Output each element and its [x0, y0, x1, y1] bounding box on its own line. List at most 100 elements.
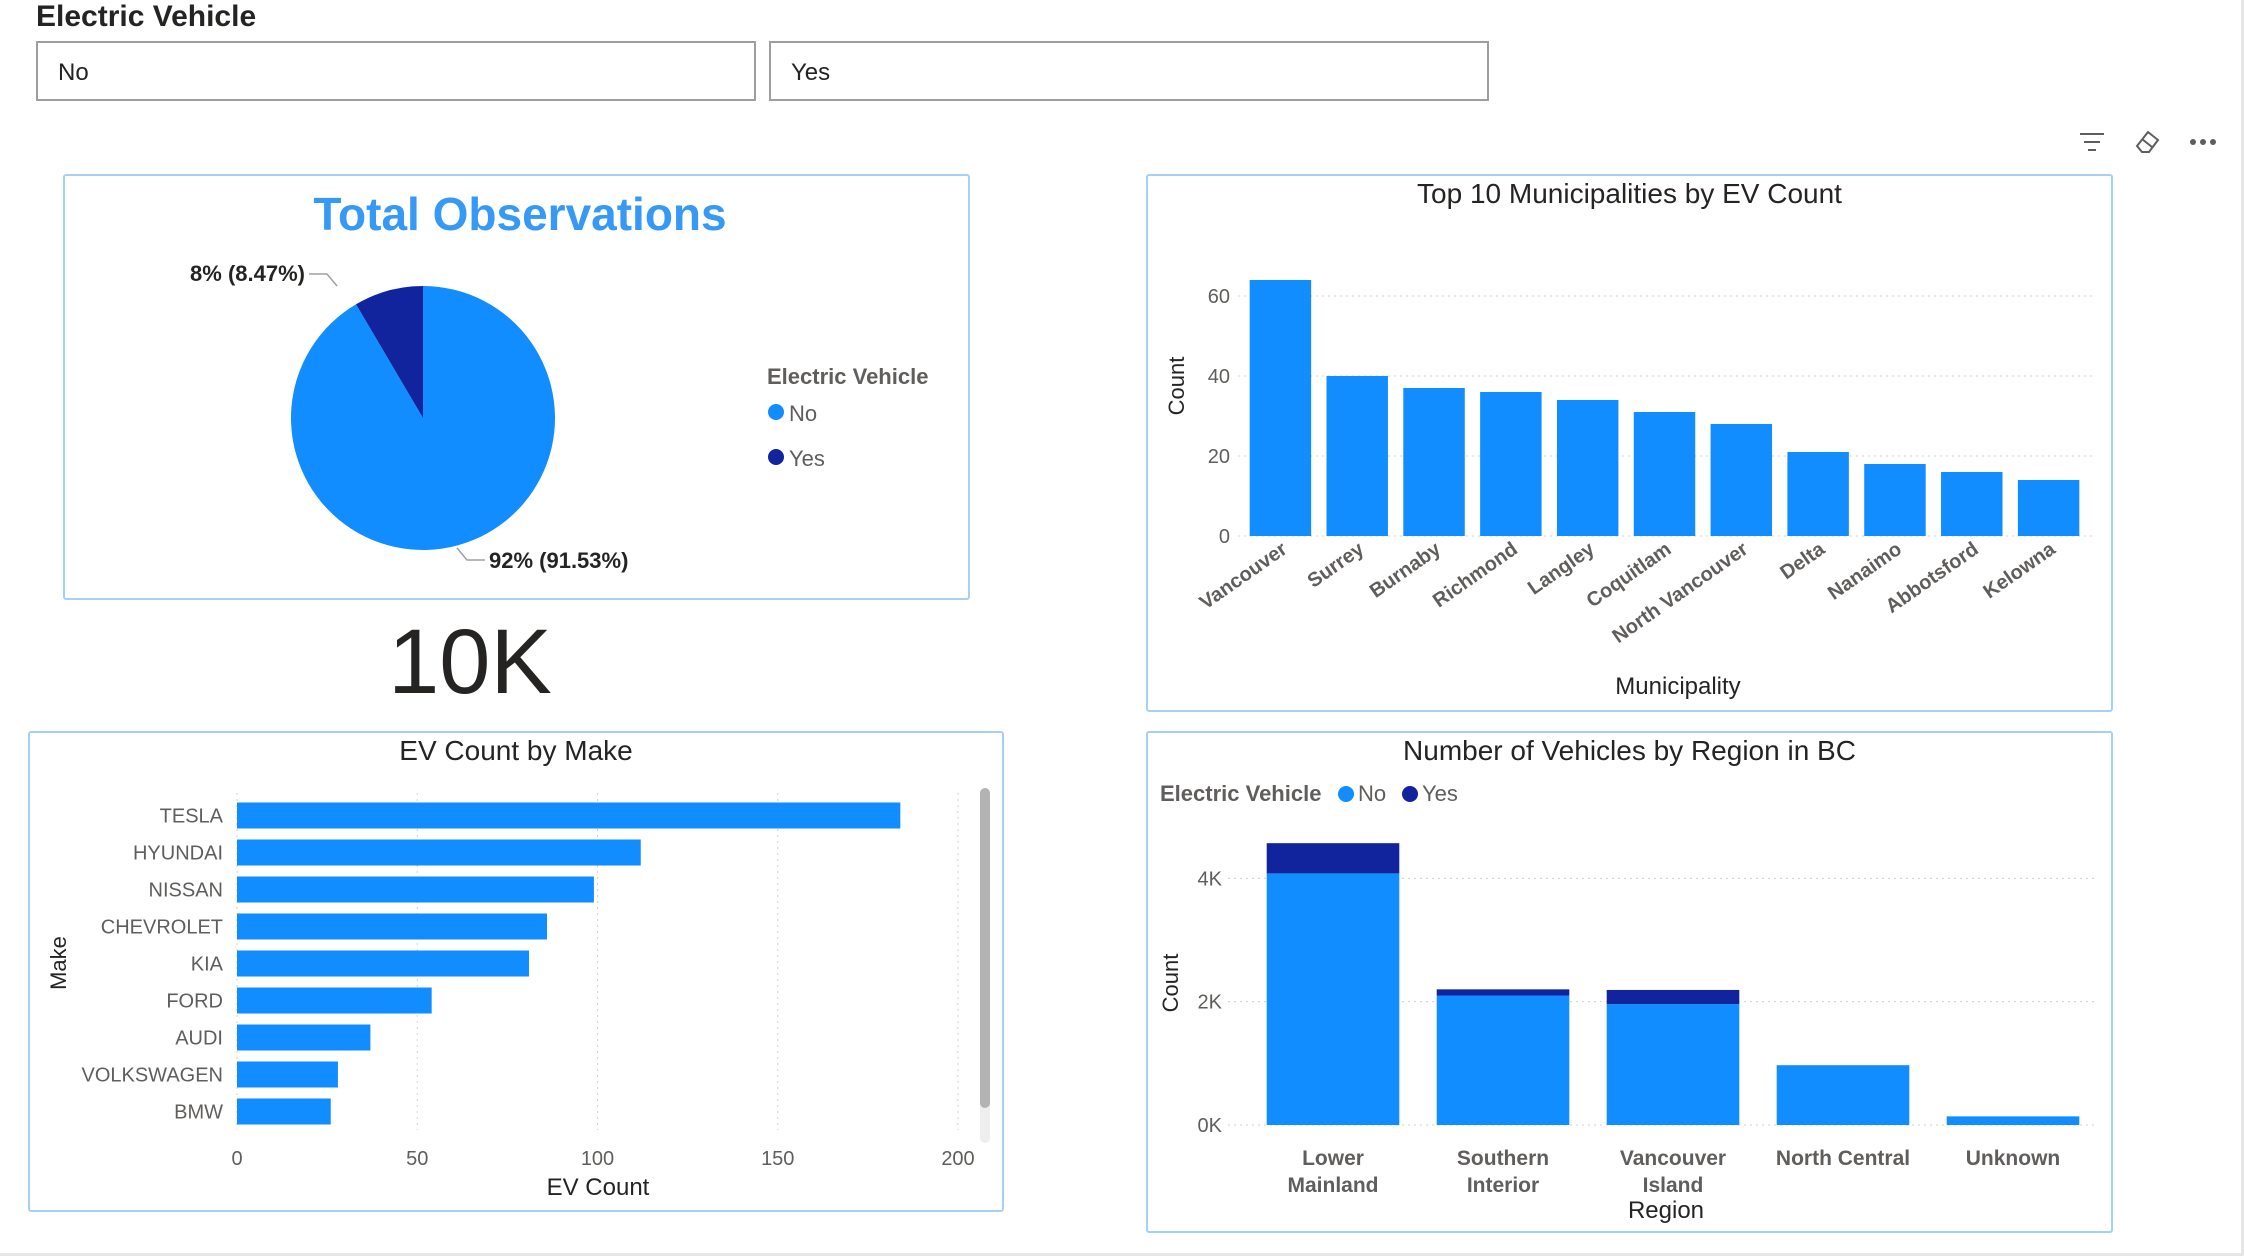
municipality-y-tick: 0	[1219, 526, 1230, 548]
make-bar[interactable]	[237, 1098, 331, 1125]
region-legend-marker-yes	[1402, 786, 1418, 802]
pie-title: Total Observations	[313, 188, 726, 240]
region-x-tick: Southern	[1457, 1147, 1549, 1170]
municipality-bar[interactable]	[2017, 480, 2080, 536]
kpi-total-value: 10K	[388, 611, 552, 713]
region-legend-no[interactable]: No	[1358, 781, 1386, 806]
pie-chart: Total Observations 8% (8.47%) 92% (91.53…	[190, 188, 928, 573]
make-x-tick: 150	[761, 1148, 794, 1170]
make-chart-card: EV Count by Make Make EV Count 0 50 100 150…	[28, 731, 1004, 1212]
make-y-tick: VOLKSWAGEN	[81, 1065, 223, 1087]
municipality-x-tick: North Vancouver	[1608, 538, 1752, 648]
pie-legend-title: Electric Vehicle	[767, 364, 928, 389]
municipality-x-tick: Delta	[1776, 538, 1829, 585]
make-bar[interactable]	[237, 876, 594, 903]
municipality-y-tick: 20	[1208, 446, 1230, 468]
legend-marker-yes	[768, 449, 784, 465]
region-bar-no[interactable]	[1436, 995, 1570, 1126]
municipality-y-label: Count	[1164, 357, 1189, 416]
region-y-tick: 2K	[1198, 992, 1223, 1014]
region-y-label: Count	[1158, 954, 1183, 1013]
make-y-tick: CHEVROLET	[101, 917, 223, 939]
make-bar[interactable]	[237, 913, 548, 940]
make-y-tick: TESLA	[160, 806, 224, 828]
municipality-y-tick: 60	[1208, 286, 1230, 308]
region-x-tick: Vancouver	[1620, 1147, 1726, 1170]
region-bar-yes[interactable]	[1606, 989, 1740, 1005]
region-legend-title: Electric Vehicle	[1160, 781, 1321, 806]
region-x-tick: Lower	[1302, 1147, 1364, 1170]
more-options-icon[interactable]	[2183, 122, 2223, 162]
legend-marker-no	[768, 404, 784, 420]
region-x-tick: North Central	[1776, 1147, 1910, 1170]
pie-chart-card: Total Observations 8% (8.47%) 92% (91.53…	[63, 174, 970, 600]
pie-label-yes: 8% (8.47%)	[190, 261, 305, 286]
make-scrollbar-thumb[interactable]	[980, 788, 990, 1108]
region-bar-yes[interactable]	[1436, 989, 1570, 996]
municipality-bar[interactable]	[1249, 280, 1312, 536]
make-bar[interactable]	[237, 802, 901, 829]
municipality-x-tick: Vancouver	[1196, 538, 1292, 614]
make-bar-chart: Make EV Count 0 50 100 150 200 TESLA HYUNDAI N…	[46, 788, 990, 1201]
region-bar-no[interactable]	[1266, 873, 1400, 1125]
pie-legend-no[interactable]: No	[789, 401, 817, 426]
region-bar-yes[interactable]	[1266, 843, 1400, 874]
region-bar-no[interactable]	[1776, 1065, 1910, 1125]
municipality-x-tick: Surrey	[1304, 538, 1369, 593]
pie-leader-yes	[309, 273, 338, 287]
municipality-x-label: Municipality	[1615, 673, 1740, 700]
make-y-tick: FORD	[166, 991, 223, 1013]
municipality-x-tick: Kelowna	[1979, 538, 2060, 604]
slicer-option-yes[interactable]: Yes	[769, 41, 1489, 101]
municipality-bar[interactable]	[1403, 388, 1465, 536]
municipality-bar[interactable]	[1864, 464, 1926, 536]
municipality-bar-chart: Count Municipality 0 20 40 60 Vancouver Surr…	[1164, 280, 2093, 700]
make-bar[interactable]	[237, 950, 530, 977]
region-y-tick: 0K	[1198, 1115, 1223, 1137]
municipality-bar[interactable]	[1326, 376, 1388, 536]
make-x-tick: 100	[581, 1148, 614, 1170]
pie-legend-yes[interactable]: Yes	[789, 446, 825, 471]
municipality-chart-card: Top 10 Municipalities by EV Count Count …	[1146, 174, 2113, 712]
region-x-tick: Interior	[1467, 1174, 1539, 1197]
region-legend-marker-no	[1338, 786, 1354, 802]
municipality-bar[interactable]	[1710, 424, 1773, 536]
region-legend-yes[interactable]: Yes	[1422, 781, 1458, 806]
make-bar[interactable]	[237, 1024, 371, 1051]
make-y-tick: HYUNDAI	[133, 843, 223, 865]
region-x-tick: Mainland	[1287, 1174, 1378, 1197]
pie-label-no: 92% (91.53%)	[489, 548, 628, 573]
make-x-tick: 200	[941, 1148, 974, 1170]
filter-icon[interactable]	[2072, 122, 2112, 162]
pie-leader-no	[456, 547, 485, 561]
make-x-tick: 50	[406, 1148, 428, 1170]
slicer-option-no[interactable]: No	[36, 41, 756, 101]
region-x-tick: Island	[1643, 1174, 1704, 1197]
municipality-bar[interactable]	[1480, 392, 1542, 536]
region-x-label: Region	[1628, 1197, 1704, 1224]
make-x-label: EV Count	[547, 1174, 650, 1201]
make-bar[interactable]	[237, 1061, 338, 1088]
region-bar-no[interactable]	[1606, 1004, 1740, 1125]
make-y-tick: KIA	[191, 954, 224, 976]
region-x-tick: Unknown	[1966, 1147, 2061, 1170]
make-bar[interactable]	[237, 987, 432, 1014]
slicer-title: Electric Vehicle	[36, 0, 257, 33]
make-x-tick: 0	[231, 1148, 242, 1170]
region-y-tick: 4K	[1198, 868, 1223, 890]
make-y-label: Make	[46, 936, 71, 990]
municipality-x-tick: Richmond	[1429, 538, 1522, 612]
eraser-icon[interactable]	[2127, 122, 2167, 162]
municipality-bar[interactable]	[1941, 472, 2003, 536]
make-y-tick: BMW	[174, 1102, 223, 1124]
make-y-tick: AUDI	[175, 1028, 223, 1050]
make-y-tick: NISSAN	[149, 880, 223, 902]
make-bar[interactable]	[237, 839, 641, 866]
region-chart-card: Number of Vehicles by Region in BC Elect…	[1146, 731, 2113, 1233]
municipality-bar[interactable]	[1633, 412, 1696, 536]
municipality-bar[interactable]	[1556, 400, 1619, 536]
region-stacked-bar-chart: Electric Vehicle No Yes Count Region 0K 2…	[1158, 781, 2098, 1224]
region-bar-no[interactable]	[1946, 1116, 2080, 1125]
municipality-y-tick: 40	[1208, 366, 1230, 388]
municipality-bar[interactable]	[1787, 452, 1849, 536]
